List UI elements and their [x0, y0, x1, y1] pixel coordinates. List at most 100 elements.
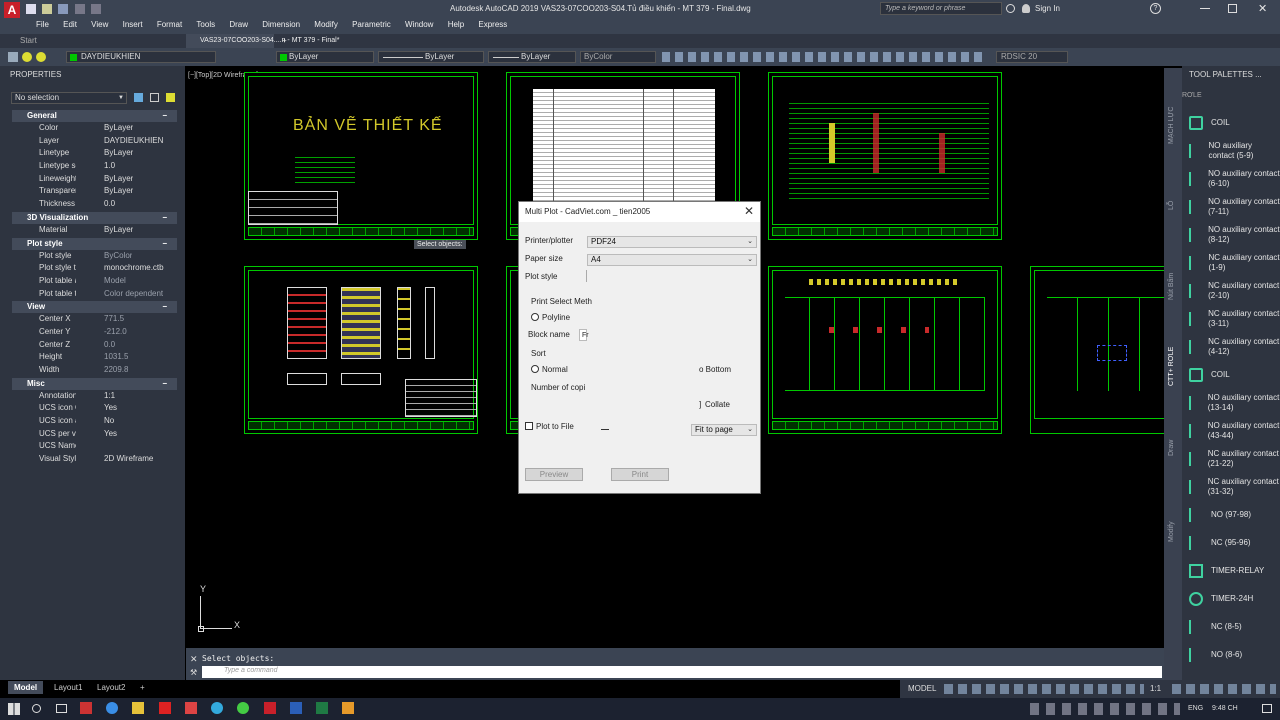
prop-row[interactable]: Plot style tablemonochrome.ctb	[12, 262, 177, 275]
menu-dimension[interactable]: Dimension	[256, 18, 306, 32]
fit-dropdown[interactable]: Fit to page ⌄	[691, 424, 757, 436]
lightbulb-icon[interactable]	[22, 52, 33, 62]
menu-express[interactable]: Express	[472, 18, 513, 32]
palette-tab-lo[interactable]: LỖ	[1168, 201, 1175, 210]
tab-layout2[interactable]: Layout2	[91, 681, 131, 694]
palette-tab-modify[interactable]: Modify	[1168, 521, 1175, 542]
prop-row[interactable]: Thickness 0.0	[12, 198, 177, 211]
tab-active-drawing[interactable]: VAS23-07COO203-S04....n - MT 379 - Final…	[186, 34, 339, 48]
help-icon[interactable]: ?	[1150, 3, 1161, 14]
add-layout-button[interactable]: +	[134, 681, 151, 694]
autocad-taskbar-icon[interactable]	[263, 702, 276, 714]
section-general[interactable]: General −	[12, 110, 177, 122]
prop-row[interactable]: Width 2209.8	[12, 364, 177, 377]
search-input[interactable]: Type a keyword or phrase	[880, 2, 1002, 15]
edge-icon[interactable]	[106, 702, 119, 714]
print-button[interactable]: Print	[611, 468, 669, 481]
prop-row[interactable]: Visual Style2D Wireframe	[12, 453, 177, 466]
wrench-icon[interactable]: ⚒	[190, 668, 197, 677]
tab-layout1[interactable]: Layout1	[48, 681, 88, 694]
select-objects-icon[interactable]	[150, 93, 159, 102]
task-view-icon[interactable]	[56, 704, 67, 713]
palette-item[interactable]: NC auxiliary contact (4-12)	[1182, 333, 1280, 361]
palette-item[interactable]: NC auxiliary contact (1-9)	[1182, 249, 1280, 277]
layer-dropdown[interactable]: DAYDIEUKHIEN	[66, 51, 216, 63]
palette-item[interactable]: NO auxiliary contact (43-44)	[1182, 417, 1280, 445]
undo-icon[interactable]	[74, 4, 85, 14]
redo-icon[interactable]	[90, 4, 101, 14]
section-3d-visualization[interactable]: 3D Visualization −	[12, 211, 177, 224]
dimstyle-dropdown[interactable]: RDSIC 20	[996, 51, 1068, 63]
menu-parametric[interactable]: Parametric	[346, 18, 397, 32]
block-name-input[interactable]: Fr	[579, 329, 589, 341]
palette-tab-draw[interactable]: Draw	[1168, 440, 1175, 456]
section-view[interactable]: View −	[12, 301, 177, 314]
windows-start-icon[interactable]	[8, 703, 20, 715]
prop-row[interactable]: Annotation scale1:1	[12, 390, 177, 403]
sun-icon[interactable]	[36, 52, 47, 62]
lineweight-dropdown[interactable]: ByLayer	[488, 51, 576, 63]
prop-row[interactable]: UCS icon at ori...No	[12, 415, 177, 428]
palette-item[interactable]: NO auxiliary contact (13-14)	[1182, 389, 1280, 417]
prop-row[interactable]: TransparencyByLayer	[12, 185, 177, 198]
prop-row[interactable]: Lineweight ByLayer	[12, 173, 177, 186]
dialog-close-icon[interactable]: ✕	[744, 204, 754, 218]
word-icon[interactable]	[289, 702, 302, 714]
sign-in-link[interactable]: Sign In	[1035, 0, 1060, 18]
plotstyle-dropdown[interactable]: ByColor	[580, 51, 656, 63]
menu-help[interactable]: Help	[442, 18, 470, 32]
menu-window[interactable]: Window	[399, 18, 439, 32]
open-icon[interactable]	[42, 4, 53, 14]
close-icon[interactable]: ✕	[1258, 0, 1267, 18]
prop-row[interactable]: Material ByLayer	[12, 224, 177, 237]
palette-tab-nut-bam[interactable]: Nút Bấm	[1168, 273, 1175, 300]
preview-button[interactable]: Preview	[525, 468, 583, 481]
prop-row[interactable]: Center X 771.5	[12, 313, 177, 326]
file-explorer-icon[interactable]	[132, 702, 145, 714]
normal-radio[interactable]	[531, 365, 539, 373]
prop-row[interactable]: Plot table typeColor dependent	[12, 288, 177, 301]
palette-item[interactable]: NO (8-6)	[1182, 641, 1280, 669]
palette-item[interactable]: NO (97-98)	[1182, 501, 1280, 529]
new-icon[interactable]	[26, 4, 36, 14]
palette-item[interactable]: NO auxiliary contact (7-11)	[1182, 193, 1280, 221]
prop-row[interactable]: Layer DAYDIEUKHIEN	[12, 135, 177, 148]
section-misc[interactable]: Misc −	[12, 377, 177, 390]
prop-row[interactable]: Plot style ByColor	[12, 250, 177, 263]
autocad-logo-icon[interactable]: A	[4, 2, 20, 18]
app-icon[interactable]	[184, 702, 197, 714]
palette-item[interactable]: TIMER-RELAY	[1182, 557, 1280, 585]
palette-item[interactable]: NC (95-96)	[1182, 529, 1280, 557]
section-plot-style[interactable]: Plot style −	[12, 237, 177, 250]
app-icon[interactable]	[80, 702, 92, 714]
prop-row[interactable]: UCS per viewp...Yes	[12, 428, 177, 441]
menu-modify[interactable]: Modify	[308, 18, 344, 32]
prop-row[interactable]: Linetype scale1.0	[12, 160, 177, 173]
plot-to-file-checkbox[interactable]	[525, 422, 533, 430]
search-icon[interactable]	[32, 704, 41, 713]
prop-row[interactable]: Color ByLayer	[12, 122, 177, 135]
palette-item[interactable]: NC auxiliary contact (3-11)	[1182, 305, 1280, 333]
paper-size-dropdown[interactable]: A4 ⌄	[587, 254, 757, 266]
palette-tab-ctt-role[interactable]: CTT+ RƠLE	[1168, 347, 1175, 386]
language-indicator[interactable]: ENG	[1188, 698, 1203, 720]
search-icon[interactable]	[1006, 4, 1015, 13]
menu-edit[interactable]: Edit	[57, 18, 83, 32]
polyline-radio[interactable]	[531, 313, 539, 321]
prop-row[interactable]: UCS Name	[12, 440, 177, 453]
annotation-scale-button[interactable]: 1:1	[1146, 680, 1165, 698]
layer-properties-icon[interactable]	[8, 52, 18, 62]
chrome-icon[interactable]	[237, 702, 250, 714]
menu-view[interactable]: View	[85, 18, 114, 32]
menu-file[interactable]: File	[30, 18, 55, 32]
command-input[interactable]: Type a command	[202, 666, 1162, 678]
linetype-dropdown[interactable]: ByLayer	[378, 51, 484, 63]
palette-tab-mach-luc[interactable]: MẠCH LỰC	[1168, 107, 1175, 144]
prop-row[interactable]: Linetype ByLayer	[12, 147, 177, 160]
menu-draw[interactable]: Draw	[223, 18, 254, 32]
minimize-button[interactable]	[1200, 8, 1210, 9]
palette-item[interactable]: NO auxiliary contact (5-9)	[1182, 137, 1280, 165]
clock[interactable]: 9:48 CH	[1212, 698, 1238, 720]
palette-item[interactable]: NO auxiliary contact (8-12)	[1182, 221, 1280, 249]
prop-row[interactable]: UCS icon OnYes	[12, 402, 177, 415]
